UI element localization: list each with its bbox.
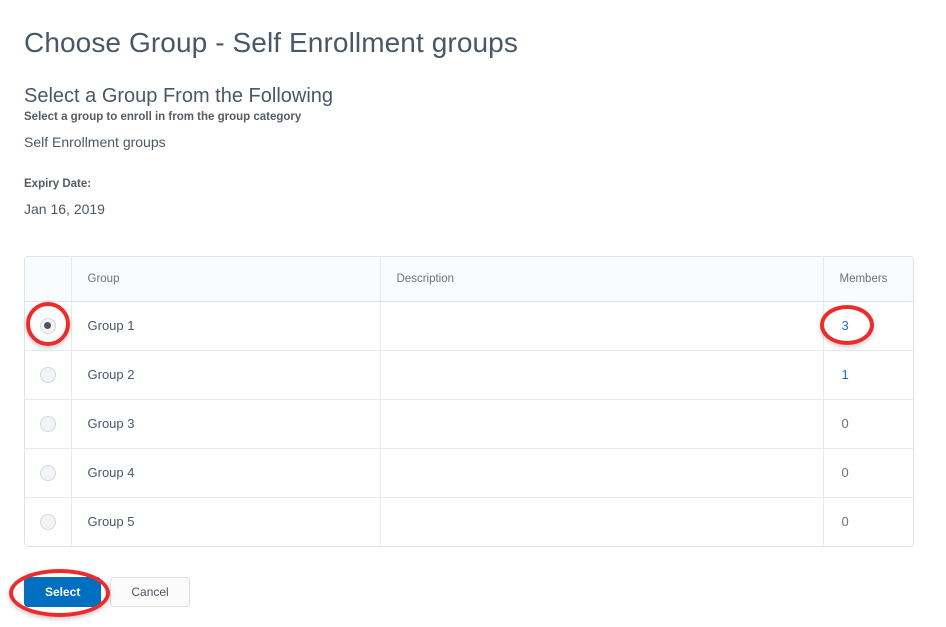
table-row[interactable]: Group 4 0 [25, 448, 913, 498]
table-row[interactable]: Group 1 3 [25, 301, 913, 351]
group-description-cell [380, 350, 824, 400]
group-select-cell[interactable] [25, 301, 72, 351]
radio-button-1[interactable] [39, 317, 56, 334]
members-count: 0 [841, 465, 849, 480]
group-members-cell: 3 [823, 301, 913, 351]
group-category-value: Self Enrollment groups [24, 134, 166, 150]
page-title: Choose Group - Self Enrollment groups [24, 26, 518, 58]
group-select-cell[interactable] [25, 497, 72, 546]
table-row[interactable]: Group 2 1 [25, 350, 913, 400]
group-description-cell [380, 497, 824, 546]
radio-button-2[interactable] [39, 366, 56, 383]
choose-group-page: Choose Group - Self Enrollment groups Se… [0, 0, 946, 627]
group-members-cell: 0 [823, 448, 913, 498]
column-header-select [25, 257, 72, 302]
group-name-cell: Group 1 [71, 301, 381, 351]
groups-table-header: Group Description Members [25, 257, 913, 302]
group-select-cell[interactable] [25, 350, 72, 400]
expiry-date-label: Expiry Date: [24, 178, 92, 190]
expiry-date-value: Jan 16, 2019 [24, 201, 105, 217]
table-header-row: Group Description Members [25, 257, 913, 302]
column-header-members: Members [823, 257, 913, 302]
group-category-label: Select a group to enroll in from the gro… [24, 111, 302, 123]
groups-table-body: Group 1 3 Group 2 1 Group 3 0 Group 4 0 Group 5 0 [25, 301, 913, 546]
cancel-button[interactable]: Cancel [110, 577, 190, 607]
section-title: Select a Group From the Following [24, 84, 334, 107]
column-header-description: Description [380, 257, 824, 302]
table-row[interactable]: Group 5 0 [25, 497, 913, 546]
action-button-bar: Select Cancel [24, 577, 190, 607]
group-description-cell [380, 301, 824, 351]
group-members-cell: 0 [823, 497, 913, 546]
radio-button-3[interactable] [39, 415, 56, 432]
members-count: 0 [841, 416, 849, 431]
members-count[interactable]: 3 [842, 318, 849, 333]
group-select-cell[interactable] [25, 448, 72, 498]
group-name-cell: Group 5 [71, 497, 381, 546]
radio-button-5[interactable] [39, 514, 56, 531]
members-count[interactable]: 1 [842, 367, 849, 382]
group-select-cell[interactable] [25, 399, 72, 449]
group-name-cell: Group 2 [71, 350, 381, 400]
group-description-cell [380, 399, 824, 449]
radio-button-4[interactable] [39, 464, 56, 481]
groups-table-container: Group Description Members Group 1 3 Group … [24, 256, 914, 547]
group-members-cell: 1 [823, 350, 913, 400]
select-button[interactable]: Select [24, 577, 102, 607]
group-members-cell: 0 [823, 399, 913, 449]
groups-table: Group Description Members Group 1 3 Group … [25, 257, 913, 546]
group-name-cell: Group 4 [71, 448, 381, 498]
members-count: 0 [841, 514, 849, 530]
column-header-group: Group [71, 257, 381, 302]
table-row[interactable]: Group 3 0 [25, 399, 913, 449]
group-description-cell [380, 448, 824, 498]
group-name-cell: Group 3 [71, 399, 381, 449]
